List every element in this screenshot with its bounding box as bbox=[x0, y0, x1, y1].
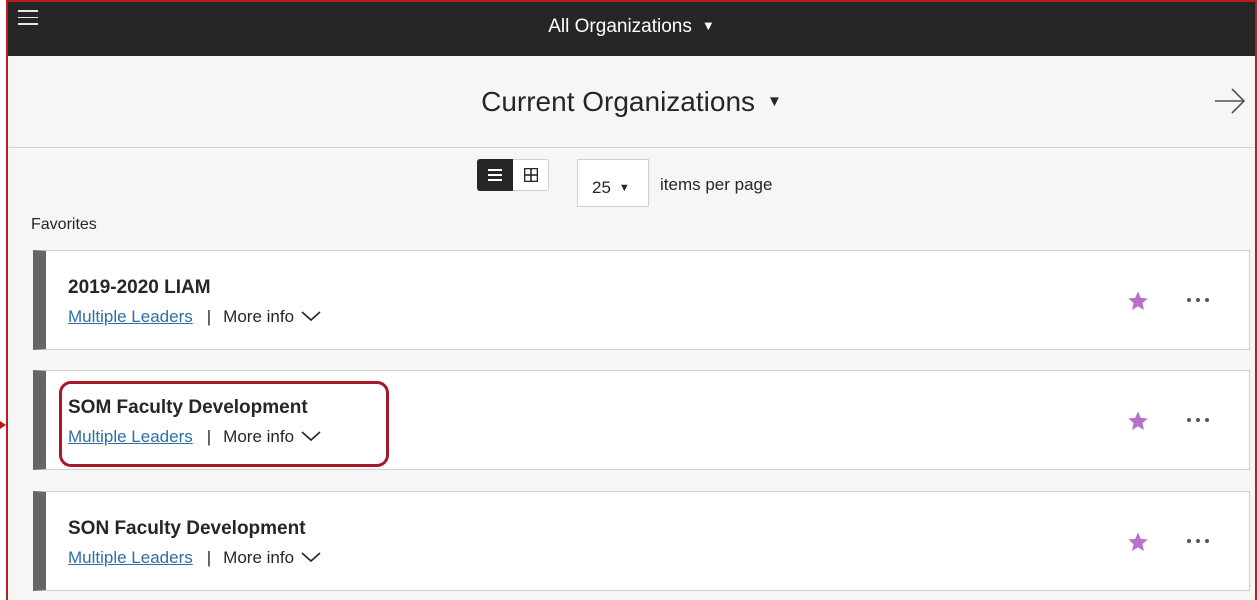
organization-card[interactable]: 2019-2020 LIAM Multiple Leaders | More inf… bbox=[33, 250, 1250, 350]
list-view-button[interactable] bbox=[477, 159, 513, 191]
more-options-icon[interactable] bbox=[1187, 289, 1209, 311]
more-info-toggle[interactable]: More info bbox=[223, 427, 322, 446]
items-per-page-value: 25 bbox=[592, 178, 611, 197]
organization-title[interactable]: 2019-2020 LIAM bbox=[68, 277, 211, 299]
organization-card[interactable]: SOM Faculty Development Multiple Leaders… bbox=[33, 370, 1250, 470]
items-per-page-select[interactable]: 25 ▼ bbox=[577, 159, 649, 207]
separator: | bbox=[206, 427, 212, 446]
topbar-title: All Organizations bbox=[548, 16, 692, 37]
organization-title[interactable]: SOM Faculty Development bbox=[68, 397, 308, 419]
grid-view-icon bbox=[523, 168, 538, 182]
chevron-down-icon bbox=[301, 431, 321, 442]
separator: | bbox=[206, 548, 212, 567]
chevron-down-icon bbox=[301, 311, 321, 322]
more-options-icon[interactable] bbox=[1187, 530, 1209, 552]
list-view-icon bbox=[488, 169, 502, 181]
organization-card[interactable]: SON Faculty Development Multiple Leaders… bbox=[33, 491, 1250, 591]
current-organizations-dropdown[interactable]: Current Organizations ▼ bbox=[8, 86, 1255, 118]
more-info-label: More info bbox=[223, 307, 295, 326]
list-controls: 25 ▼ items per page bbox=[8, 159, 1255, 207]
items-per-page-label: items per page bbox=[660, 175, 773, 194]
organization-title[interactable]: SON Faculty Development bbox=[68, 518, 306, 540]
more-info-toggle[interactable]: More info bbox=[223, 307, 322, 326]
separator: | bbox=[206, 307, 212, 326]
organization-meta: Multiple Leaders | More info bbox=[68, 548, 322, 568]
more-info-toggle[interactable]: More info bbox=[223, 548, 322, 567]
caret-down-icon: ▼ bbox=[767, 93, 782, 110]
page-header: Current Organizations ▼ bbox=[8, 56, 1255, 148]
more-info-label: More info bbox=[223, 427, 295, 446]
arrow-right-icon[interactable] bbox=[1213, 86, 1247, 116]
view-toggle bbox=[477, 159, 551, 191]
multiple-leaders-link[interactable]: Multiple Leaders bbox=[68, 548, 193, 567]
grid-view-button[interactable] bbox=[513, 159, 549, 191]
page-title: Current Organizations bbox=[481, 86, 756, 117]
annotation-arrow-tip bbox=[0, 421, 6, 429]
organization-meta: Multiple Leaders | More info bbox=[68, 307, 322, 327]
app-frame: All Organizations ▼ Current Organizations… bbox=[6, 0, 1257, 600]
caret-down-icon: ▼ bbox=[701, 18, 715, 33]
more-info-label: More info bbox=[223, 548, 295, 567]
star-icon[interactable] bbox=[1127, 410, 1149, 432]
multiple-leaders-link[interactable]: Multiple Leaders bbox=[68, 427, 193, 446]
star-icon[interactable] bbox=[1127, 531, 1149, 553]
favorites-heading: Favorites bbox=[31, 216, 97, 233]
chevron-down-icon bbox=[301, 552, 321, 563]
multiple-leaders-link[interactable]: Multiple Leaders bbox=[68, 307, 193, 326]
top-bar: All Organizations ▼ bbox=[8, 2, 1255, 56]
star-icon[interactable] bbox=[1127, 290, 1149, 312]
caret-down-icon: ▼ bbox=[618, 182, 630, 194]
organizations-filter-dropdown[interactable]: All Organizations ▼ bbox=[8, 16, 1255, 38]
more-options-icon[interactable] bbox=[1187, 409, 1209, 431]
organization-meta: Multiple Leaders | More info bbox=[68, 427, 322, 447]
